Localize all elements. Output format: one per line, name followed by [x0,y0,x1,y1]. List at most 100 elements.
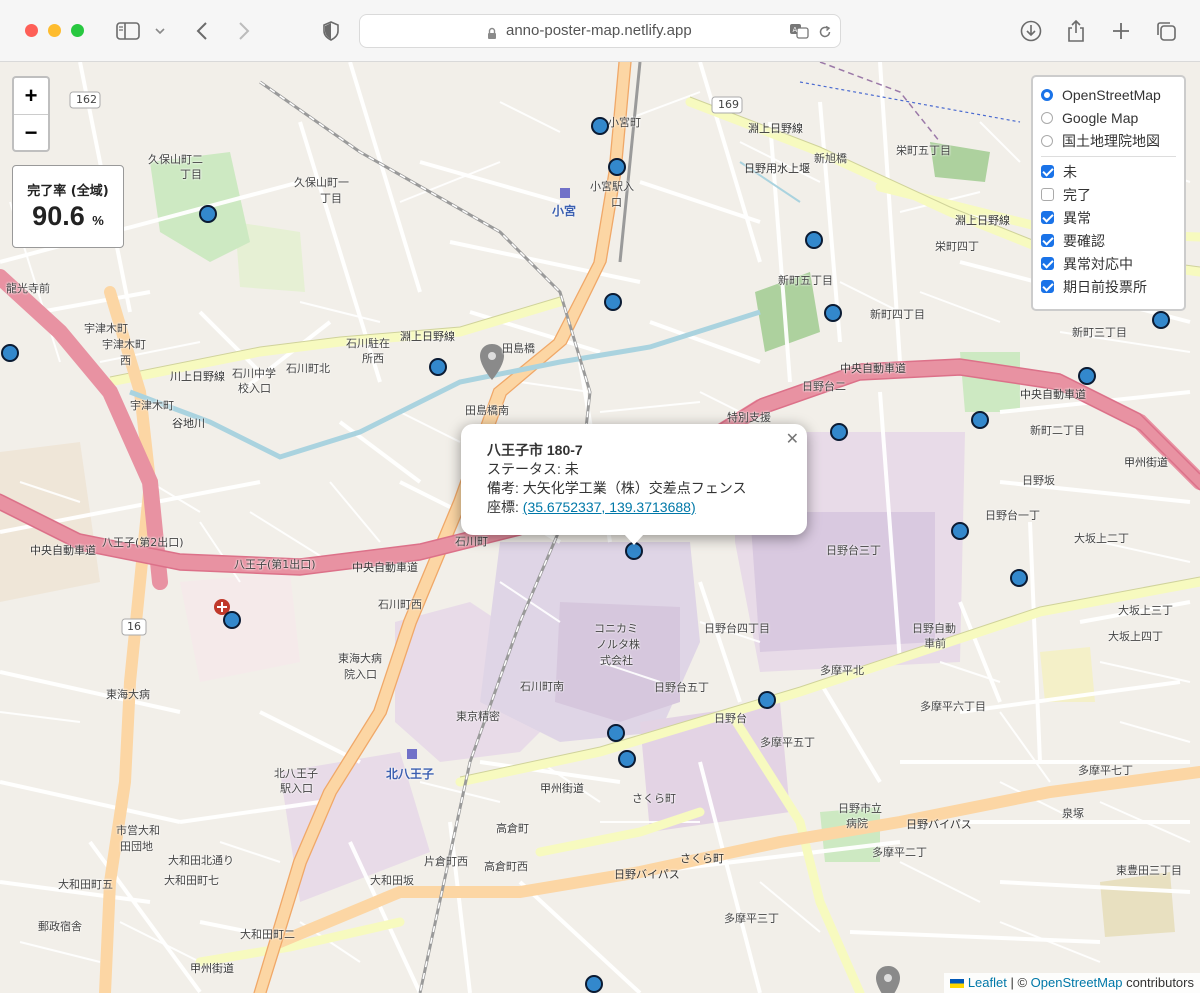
base-layer-option[interactable]: OpenStreetMap [1041,83,1176,106]
completion-rate-title: 完了率 (全域) [27,184,109,199]
filter-label: 要確認 [1063,232,1105,249]
status-marker[interactable] [223,611,241,629]
status-marker[interactable] [199,205,217,223]
tab-overview-icon[interactable] [1151,16,1181,46]
reload-icon[interactable] [818,24,832,43]
map-label: 口 [611,196,622,209]
checkbox[interactable] [1041,188,1054,201]
map-label: 新町四丁目 [870,308,925,321]
maximize-window-button[interactable] [71,24,84,37]
filter-option[interactable]: 要確認 [1041,229,1176,252]
address-bar[interactable]: anno-poster-map.netlify.app A [359,14,841,48]
map-label: 龍光寺前 [6,282,50,295]
map-label: コニカミ [594,622,638,635]
radio-button[interactable] [1041,88,1053,101]
completion-rate-value-row: 90.6 % [13,201,123,232]
map-label: 西 [120,354,131,367]
filter-option[interactable]: 異常対応中 [1041,252,1176,275]
checkbox[interactable] [1041,257,1054,270]
map-label: 新町五丁目 [778,274,833,287]
browser-toolbar: anno-poster-map.netlify.app A [0,0,1200,62]
status-marker[interactable] [830,423,848,441]
status-marker[interactable] [1152,311,1170,329]
map-label: 多摩平七丁 [1078,764,1133,777]
map-label: 泉塚 [1062,807,1084,820]
new-tab-icon[interactable] [1106,16,1136,46]
share-icon[interactable] [1061,16,1091,46]
status-marker[interactable] [805,231,823,249]
map-label: 東海大病 [338,652,382,665]
map-label: 日野台二 [802,380,846,393]
checkbox[interactable] [1041,165,1054,178]
status-marker[interactable] [824,304,842,322]
status-marker[interactable] [971,411,989,429]
map-label: 日野台四丁目 [704,622,770,635]
close-window-button[interactable] [25,24,38,37]
forward-icon[interactable] [229,16,259,46]
status-marker[interactable] [758,691,776,709]
base-layer-label: OpenStreetMap [1062,86,1161,103]
popup-coords-link[interactable]: (35.6752337, 139.3713688) [523,499,696,515]
status-marker[interactable] [429,358,447,376]
status-marker[interactable] [1078,367,1096,385]
status-marker[interactable] [608,158,626,176]
map-label: 式会社 [600,654,633,667]
attribution: Leaflet | © OpenStreetMap contributors [944,973,1200,993]
leaflet-link[interactable]: Leaflet [968,975,1007,990]
close-icon[interactable]: ✕ [786,430,799,449]
minimize-window-button[interactable] [48,24,61,37]
map-label: 大坂上三丁 [1118,604,1173,617]
status-marker[interactable] [591,117,609,135]
status-marker[interactable] [1,344,19,362]
map-label: ノルタ株 [596,638,640,651]
status-marker[interactable] [618,750,636,768]
radio-button[interactable] [1041,134,1053,147]
radio-button[interactable] [1041,111,1053,124]
map-label: 石川中学 [232,367,276,380]
zoom-out-button[interactable]: − [14,114,48,151]
osm-link[interactable]: OpenStreetMap [1031,975,1123,990]
filter-option[interactable]: 完了 [1041,183,1176,206]
checkbox[interactable] [1041,280,1054,293]
filter-option[interactable]: 異常 [1041,206,1176,229]
road-label: 中央自動車道 [352,561,418,574]
zoom-in-button[interactable]: + [14,78,48,114]
checkbox[interactable] [1041,211,1054,224]
filter-option[interactable]: 未 [1041,160,1176,183]
map-label: 久保山町一 [294,176,349,189]
status-marker[interactable] [585,975,603,993]
status-marker[interactable] [1010,569,1028,587]
sidebar-toggle-icon[interactable] [113,16,143,46]
base-layer-option[interactable]: Google Map [1041,106,1176,129]
map-label: 郵政宿舎 [38,920,82,933]
status-marker[interactable] [951,522,969,540]
map-label: 久保山町二 [148,153,203,166]
checkbox[interactable] [1041,234,1054,247]
map-label: 169 [718,98,739,111]
map-label: 東海大病 [106,688,150,701]
shield-icon[interactable] [316,16,346,46]
map-view[interactable]: 162 169 16 久保山町二 丁目 久保山町一 丁目 小宮町 小宮駅入 口 … [0,62,1200,993]
base-layer-option[interactable]: 国土地理院地図 [1041,129,1176,152]
map-label: 日野自動 [912,622,956,635]
filter-label: 期日前投票所 [1063,278,1147,295]
chevron-down-icon[interactable] [145,16,175,46]
translate-icon[interactable]: A [789,23,809,43]
map-label: 石川町西 [378,598,422,611]
map-label: 石川駐在 [346,337,390,350]
download-icon[interactable] [1016,16,1046,46]
map-label: 多摩平三丁 [724,912,779,925]
filter-option[interactable]: 期日前投票所 [1041,275,1176,298]
map-label: 日野台 [714,712,747,725]
map-label: 新町三丁目 [1072,326,1127,339]
status-marker[interactable] [607,724,625,742]
attribution-suffix: contributors [1122,975,1194,990]
map-label: 高倉町西 [484,860,528,873]
station-label: 小宮 [552,204,577,218]
road-label: 中央自動車道 [30,544,96,557]
status-marker[interactable] [604,293,622,311]
url-text: anno-poster-map.netlify.app [506,22,692,39]
back-icon[interactable] [187,16,217,46]
road-label: 中央自動車道 [1020,388,1086,401]
marker-popup: ✕ 八王子市 180-7 ステータス: 未 備考: 大矢化学工業（株）交差点フェ… [461,424,807,545]
